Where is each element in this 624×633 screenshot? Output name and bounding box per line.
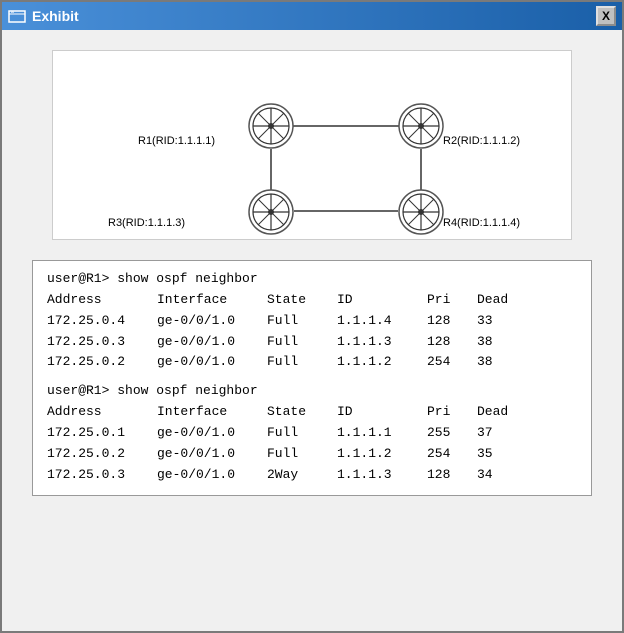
r3-label: R3(RID:1.1.1.3) bbox=[108, 217, 185, 229]
exhibit-window: A Exhibit X bbox=[0, 0, 624, 633]
table-row: 172.25.0.2 ge-0/0/1.0 Full 1.1.1.2 254 3… bbox=[47, 444, 577, 465]
table-row: 172.25.0.4 ge-0/0/1.0 Full 1.1.1.4 128 3… bbox=[47, 311, 577, 332]
col-header-interface-2: Interface bbox=[157, 402, 267, 423]
col-header-pri-2: Pri bbox=[427, 402, 477, 423]
col-header-id-2: ID bbox=[337, 402, 427, 423]
r1-label: R1(RID:1.1.1.1) bbox=[138, 135, 215, 147]
col-header-state-1: State bbox=[267, 290, 337, 311]
col-header-pri-1: Pri bbox=[427, 290, 477, 311]
header-row-2: Address Interface State ID Pri Dead bbox=[47, 402, 577, 423]
table-row: 172.25.0.2 ge-0/0/1.0 Full 1.1.1.2 254 3… bbox=[47, 352, 577, 373]
header-row-1: Address Interface State ID Pri Dead bbox=[47, 290, 577, 311]
col-header-id-1: ID bbox=[337, 290, 427, 311]
network-diagram: R1(RID:1.1.1.1) R2(RID:1.1.1.2) bbox=[52, 50, 572, 240]
title-bar-left: A Exhibit bbox=[8, 7, 79, 25]
content-area: R1(RID:1.1.1.1) R2(RID:1.1.1.2) bbox=[2, 30, 622, 631]
command-1: user@R1> show ospf neighbor bbox=[47, 271, 577, 286]
close-button[interactable]: X bbox=[596, 6, 616, 26]
col-header-address-1: Address bbox=[47, 290, 157, 311]
r4-label: R4(RID:1.1.1.4) bbox=[443, 217, 520, 229]
app-icon: A bbox=[8, 7, 26, 25]
r2-label: R2(RID:1.1.1.2) bbox=[443, 135, 520, 147]
router-r1 bbox=[249, 104, 293, 148]
col-header-state-2: State bbox=[267, 402, 337, 423]
svg-text:A: A bbox=[11, 9, 14, 14]
ospf-tables: user@R1> show ospf neighbor Address Inte… bbox=[32, 260, 592, 496]
table-row: 172.25.0.3 ge-0/0/1.0 Full 1.1.1.3 128 3… bbox=[47, 332, 577, 353]
router-r2 bbox=[399, 104, 443, 148]
col-header-dead-2: Dead bbox=[477, 402, 517, 423]
col-header-interface-1: Interface bbox=[157, 290, 267, 311]
table-row: 172.25.0.3 ge-0/0/1.0 2Way 1.1.1.3 128 3… bbox=[47, 465, 577, 486]
diagram-svg: R1(RID:1.1.1.1) R2(RID:1.1.1.2) bbox=[53, 51, 573, 241]
router-r3 bbox=[249, 190, 293, 234]
title-bar: A Exhibit X bbox=[2, 2, 622, 30]
window-title: Exhibit bbox=[32, 8, 79, 24]
table-row: 172.25.0.1 ge-0/0/1.0 Full 1.1.1.1 255 3… bbox=[47, 423, 577, 444]
router-r4 bbox=[399, 190, 443, 234]
command-2: user@R1> show ospf neighbor bbox=[47, 383, 577, 398]
col-header-address-2: Address bbox=[47, 402, 157, 423]
col-header-dead-1: Dead bbox=[477, 290, 517, 311]
